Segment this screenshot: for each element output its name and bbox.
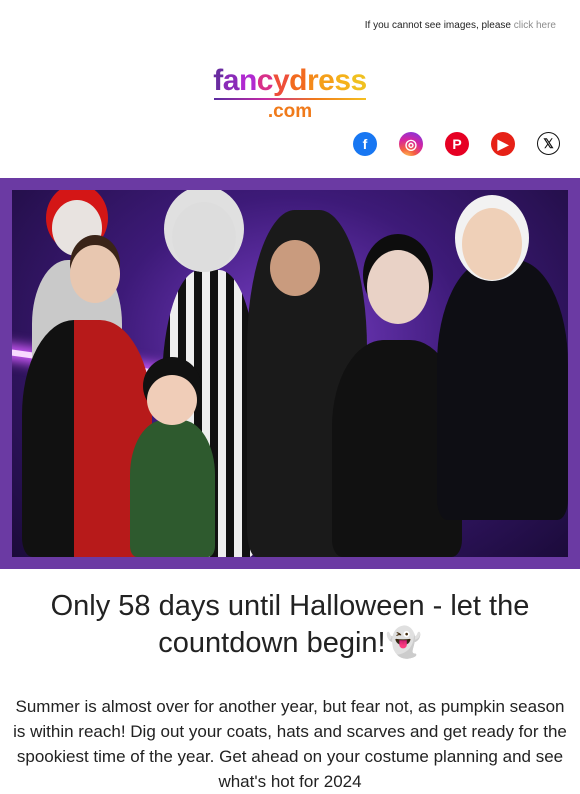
x-twitter-icon[interactable]: 𝕏	[537, 132, 560, 155]
logo-letter: e	[318, 64, 335, 97]
nun-head	[462, 208, 522, 280]
logo-domain: .com	[267, 101, 313, 122]
hero-banner[interactable]	[0, 178, 580, 569]
notice-text: If you cannot see images, please	[364, 20, 511, 31]
ghost-man-head	[172, 202, 236, 272]
fancydress-logo[interactable]: fancydress .com	[0, 66, 580, 122]
wednesday-head	[367, 250, 429, 324]
headline: Only 58 days until Halloween - let the c…	[50, 590, 530, 659]
headless-man-head	[270, 240, 320, 296]
logo-letter: s	[350, 64, 368, 97]
witch-child-head	[147, 375, 197, 425]
pinterest-icon[interactable]: P	[445, 132, 469, 156]
logo-letter: y	[272, 64, 290, 97]
logo-letter: s	[334, 64, 351, 97]
image-fallback-notice: If you cannot see images, please click h…	[365, 20, 556, 31]
logo-letter: f	[213, 64, 223, 97]
social-links: f ◎ P ▶ 𝕏	[331, 132, 560, 156]
click-here-link[interactable]: click here	[514, 20, 556, 31]
logo-underline	[214, 98, 366, 100]
logo-letter: a	[222, 64, 240, 97]
nun-costume	[437, 260, 568, 520]
halloween-costumes-image	[12, 190, 568, 557]
logo-letter: d	[289, 64, 307, 97]
logo-letter: n	[238, 64, 257, 97]
logo-letter: r	[306, 64, 319, 97]
intro-paragraph: Summer is almost over for another year, …	[13, 697, 567, 791]
instagram-icon[interactable]: ◎	[399, 132, 423, 156]
logo-letter: c	[256, 64, 274, 97]
youtube-icon[interactable]: ▶	[491, 132, 515, 156]
facebook-icon[interactable]: f	[353, 132, 377, 156]
vampire-head	[70, 245, 120, 303]
witch-cape	[130, 420, 215, 557]
logo-wordmark: fancydress	[213, 64, 368, 97]
